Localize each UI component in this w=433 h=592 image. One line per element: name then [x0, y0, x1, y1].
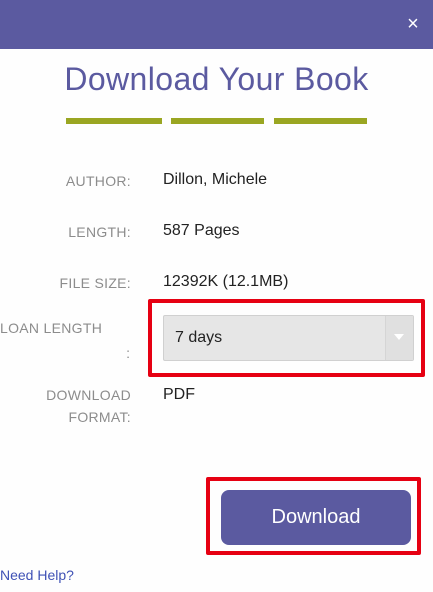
- need-help-link[interactable]: Need Help?: [0, 567, 74, 583]
- loan-length-label-colon: :: [126, 345, 130, 361]
- dialog-header-bar: ×: [0, 0, 433, 49]
- length-value: 587 Pages: [163, 222, 240, 239]
- title-divider-segment: [171, 118, 264, 124]
- title-divider-segment: [66, 118, 162, 124]
- download-button[interactable]: Download: [221, 490, 411, 545]
- length-label: LENGTH:: [68, 224, 131, 240]
- download-dialog: × Download Your Book AUTHOR: Dillon, Mic…: [0, 0, 433, 592]
- file-size-label: FILE SIZE:: [59, 275, 131, 291]
- loan-length-selected-value: 7 days: [175, 329, 223, 346]
- loan-length-select[interactable]: 7 days: [163, 315, 414, 361]
- chevron-down-icon[interactable]: [385, 316, 413, 360]
- dialog-title: Download Your Book: [64, 61, 369, 97]
- author-value: Dillon, Michele: [163, 171, 268, 188]
- close-icon[interactable]: ×: [401, 12, 425, 36]
- file-size-value: 12392K (12.1MB): [163, 273, 289, 290]
- author-label: AUTHOR:: [65, 173, 131, 189]
- download-format-value: PDF: [163, 386, 195, 403]
- loan-length-label: LOAN LENGTH: [0, 320, 103, 336]
- title-divider-segment: [274, 118, 367, 124]
- download-format-label-line2: FORMAT:: [68, 409, 131, 425]
- download-format-label-line1: DOWNLOAD: [46, 387, 131, 403]
